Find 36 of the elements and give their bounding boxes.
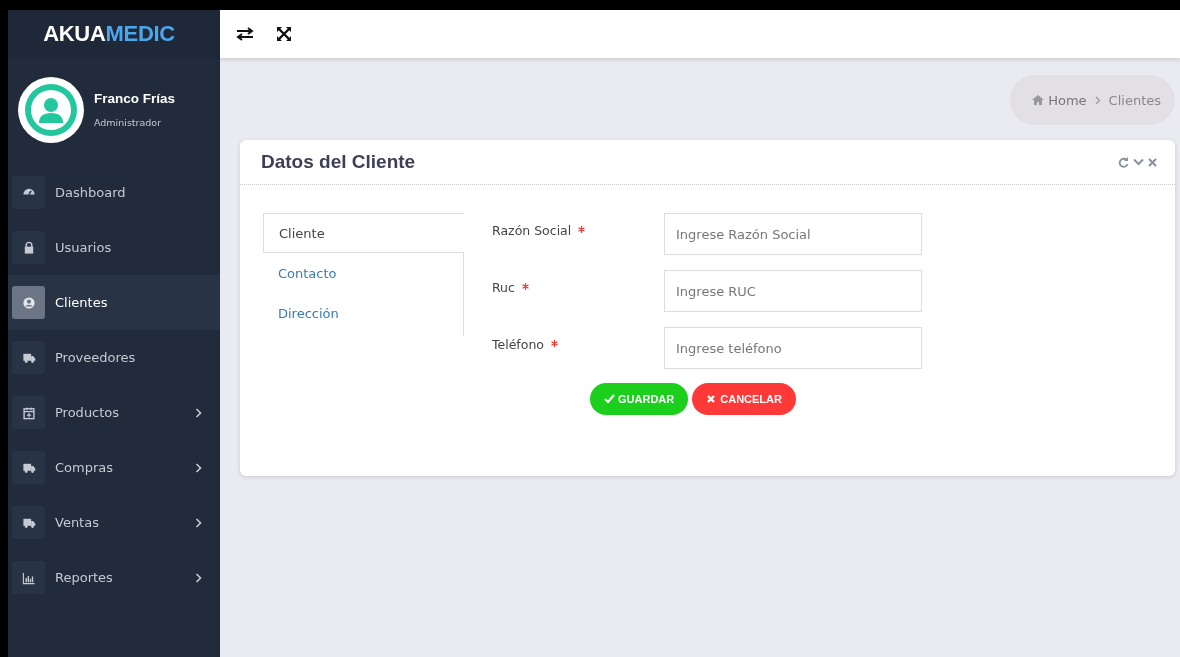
sidebar-item[interactable]: Reportes bbox=[8, 550, 220, 605]
tab[interactable]: Contacto bbox=[263, 253, 464, 293]
sidebar-item[interactable]: Usuarios bbox=[8, 220, 220, 275]
field-label: Razón Social bbox=[492, 222, 572, 238]
cancel-button[interactable]: CANCELAR bbox=[692, 383, 796, 415]
input-field[interactable]: Ingrese Razón Social bbox=[664, 213, 922, 255]
logo-text: MEDIC bbox=[105, 21, 175, 47]
user-name: Franco Frías bbox=[94, 91, 176, 106]
input-field[interactable]: Ingrese teléfono bbox=[664, 327, 922, 369]
chevron-down-icon[interactable] bbox=[1133, 158, 1144, 166]
tab[interactable]: Cliente bbox=[263, 213, 464, 253]
user-circle-icon bbox=[21, 295, 36, 310]
sidebar-item[interactable]: Clientes bbox=[8, 275, 220, 330]
fullscreen-icon[interactable] bbox=[276, 26, 292, 42]
user-role: Administrador bbox=[94, 117, 163, 128]
calendar-icon bbox=[21, 405, 36, 420]
logo-text: AKUA bbox=[43, 21, 106, 47]
chevron-right-icon bbox=[1094, 95, 1101, 105]
tab[interactable]: Dirección bbox=[263, 293, 464, 333]
refresh-icon[interactable] bbox=[1118, 156, 1129, 168]
field-label: Ruc bbox=[492, 279, 515, 295]
breadcrumb-link[interactable]: Home bbox=[1032, 92, 1087, 108]
close-icon bbox=[706, 394, 718, 404]
sidebar-item[interactable]: Compras bbox=[8, 440, 220, 495]
card-title: Datos del Cliente bbox=[261, 151, 416, 173]
sidebar-item[interactable]: Proveedores bbox=[8, 330, 220, 385]
field-label: Teléfono bbox=[492, 336, 544, 352]
home-icon bbox=[1032, 95, 1045, 105]
close-icon[interactable] bbox=[1148, 157, 1157, 167]
bar-chart-icon bbox=[21, 570, 36, 585]
sidebar-item[interactable]: Productos bbox=[8, 385, 220, 440]
check-icon bbox=[604, 394, 615, 404]
sidebar-item[interactable]: Dashboard bbox=[8, 165, 220, 220]
swap-arrows-icon[interactable] bbox=[236, 27, 254, 41]
input-field[interactable]: Ingrese RUC bbox=[664, 270, 922, 312]
sidebar-item[interactable]: Ventas bbox=[8, 495, 220, 550]
